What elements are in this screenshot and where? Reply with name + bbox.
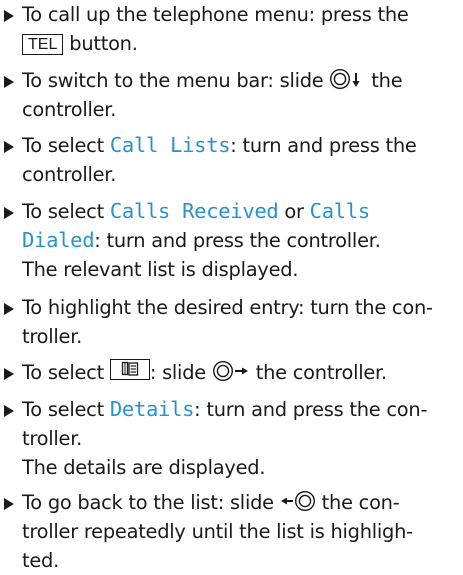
step-text: the controller. [255, 361, 387, 384]
controller-slide-left-icon [280, 490, 316, 512]
step-text: ted. [22, 549, 60, 572]
step-text: : turn and press the controller. [94, 229, 381, 252]
menu-item-details: Details [109, 397, 195, 421]
step-text: the [371, 69, 403, 92]
step-text: troller. [22, 325, 83, 348]
step-text: troller. [22, 427, 83, 450]
step-text: To select [22, 361, 104, 384]
step-text: controller. [22, 163, 117, 186]
step-text: To select [22, 200, 104, 223]
bullet-arrow-icon [4, 76, 14, 88]
step-text: To highlight the desired entry: turn the… [22, 296, 433, 319]
bullet-arrow-icon [4, 141, 14, 153]
bullet-arrow-icon [4, 207, 14, 219]
tel-button-label: TEL [22, 34, 64, 55]
step-text: the con- [321, 491, 400, 514]
bullet-arrow-icon [4, 303, 14, 315]
bullet-arrow-icon [4, 498, 14, 510]
step-text: The relevant list is displayed. [22, 258, 299, 281]
bullet-arrow-icon [4, 10, 14, 22]
controller-slide-right-icon [212, 360, 250, 382]
step-text: troller repeatedly until the list is hig… [22, 520, 413, 543]
step-text: To select [22, 134, 104, 157]
step-text: To go back to the list: slide [22, 491, 274, 514]
step-text: : turn and press the [230, 134, 417, 157]
step-text: To select [22, 398, 104, 421]
step-text: The details are displayed. [22, 456, 266, 479]
phonebook-icon [109, 359, 150, 380]
controller-slide-down-icon [329, 68, 365, 90]
menu-item-call-lists: Call Lists [109, 133, 231, 157]
menu-item-calls-dialed: Dialed [22, 228, 95, 252]
menu-item-calls-received: Calls Received [109, 199, 279, 223]
step-text: To switch to the menu bar: slide [22, 69, 324, 92]
step-text: To call up the telephone menu: press the [22, 3, 409, 26]
menu-item-calls-dialed: Calls [309, 199, 371, 223]
step-text: button. [69, 32, 138, 55]
bullet-arrow-icon [4, 405, 14, 417]
step-text: or [284, 200, 304, 223]
step-text: : turn and press the con- [194, 398, 428, 421]
step-text: : slide [149, 361, 206, 384]
bullet-arrow-icon [4, 368, 14, 380]
step-text: controller. [22, 98, 117, 121]
